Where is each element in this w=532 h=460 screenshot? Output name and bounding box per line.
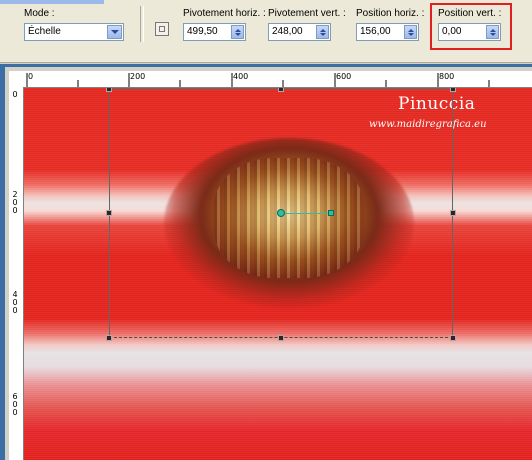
ruler-corner bbox=[9, 71, 23, 87]
pivot-v-spinner[interactable] bbox=[316, 25, 329, 39]
spin-up-icon[interactable] bbox=[407, 28, 414, 32]
pivot-h-label: Pivotement horiz. : bbox=[183, 8, 266, 19]
handle-bottom-middle[interactable] bbox=[278, 335, 284, 341]
image-window: 0 200 400 600 800 0 2 0 0 4 0 0 6 0 0 Pi… bbox=[0, 64, 532, 460]
pos-v-value: 0,00 bbox=[442, 26, 462, 37]
tool-options-toolbar: Mode : Échelle Pivotement horiz. : 499,5… bbox=[0, 0, 532, 63]
ruler-tick-label: 2 0 0 bbox=[12, 190, 18, 215]
pos-h-input[interactable]: 156,00 bbox=[356, 23, 419, 41]
rotation-handle[interactable] bbox=[328, 210, 334, 216]
mode-label: Mode : bbox=[24, 8, 55, 19]
ruler-tick-label: 0 bbox=[12, 90, 18, 99]
pos-h-value: 156,00 bbox=[360, 26, 391, 37]
ruler-tick-label: 6 0 0 bbox=[12, 392, 18, 417]
handle-middle-right[interactable] bbox=[450, 210, 456, 216]
ruler-horizontal: 0 200 400 600 800 bbox=[23, 71, 532, 88]
handle-bottom-left[interactable] bbox=[106, 335, 112, 341]
spin-up-icon[interactable] bbox=[234, 28, 241, 32]
ruler-vertical: 0 2 0 0 4 0 0 6 0 0 bbox=[9, 87, 24, 460]
pivot-v-value: 248,00 bbox=[272, 26, 303, 37]
pos-v-label: Position vert. : bbox=[438, 8, 502, 19]
handle-top-left[interactable] bbox=[106, 88, 112, 92]
ruler-ticks bbox=[26, 73, 490, 87]
image-canvas[interactable]: Pinuccia www.maidiregrafica.eu bbox=[24, 88, 532, 460]
spin-down-icon[interactable] bbox=[489, 32, 496, 36]
pivot-h-value: 499,50 bbox=[187, 26, 218, 37]
dropdown-arrow-icon[interactable] bbox=[107, 25, 122, 39]
spin-up-icon[interactable] bbox=[319, 28, 326, 32]
toolbar-separator bbox=[140, 6, 144, 42]
mode-select[interactable]: Échelle bbox=[24, 23, 124, 41]
spin-down-icon[interactable] bbox=[234, 32, 241, 36]
rotation-line bbox=[282, 213, 330, 214]
mode-value: Échelle bbox=[28, 26, 61, 37]
pos-v-input[interactable]: 0,00 bbox=[438, 23, 501, 41]
toolbar-top-strip bbox=[0, 0, 104, 4]
handle-middle-left[interactable] bbox=[106, 210, 112, 216]
pivot-h-input[interactable]: 499,50 bbox=[183, 23, 246, 41]
ruler-tick-label: 4 0 0 bbox=[12, 290, 18, 315]
handle-top-right[interactable] bbox=[450, 88, 456, 92]
pivot-point-icon[interactable] bbox=[277, 209, 285, 217]
handle-bottom-right[interactable] bbox=[450, 335, 456, 341]
pivot-v-label: Pivotement vert. : bbox=[268, 8, 346, 19]
pos-v-spinner[interactable] bbox=[486, 25, 499, 39]
pivot-tool-icon[interactable] bbox=[155, 22, 169, 36]
pivot-v-input[interactable]: 248,00 bbox=[268, 23, 331, 41]
image-window-inner: 0 200 400 600 800 0 2 0 0 4 0 0 6 0 0 Pi… bbox=[5, 67, 532, 460]
pivot-h-spinner[interactable] bbox=[231, 25, 244, 39]
pos-h-label: Position horiz. : bbox=[356, 8, 425, 19]
spin-down-icon[interactable] bbox=[319, 32, 326, 36]
spin-down-icon[interactable] bbox=[407, 32, 414, 36]
handle-top-middle[interactable] bbox=[278, 88, 284, 92]
spin-up-icon[interactable] bbox=[489, 28, 496, 32]
pos-h-spinner[interactable] bbox=[404, 25, 417, 39]
